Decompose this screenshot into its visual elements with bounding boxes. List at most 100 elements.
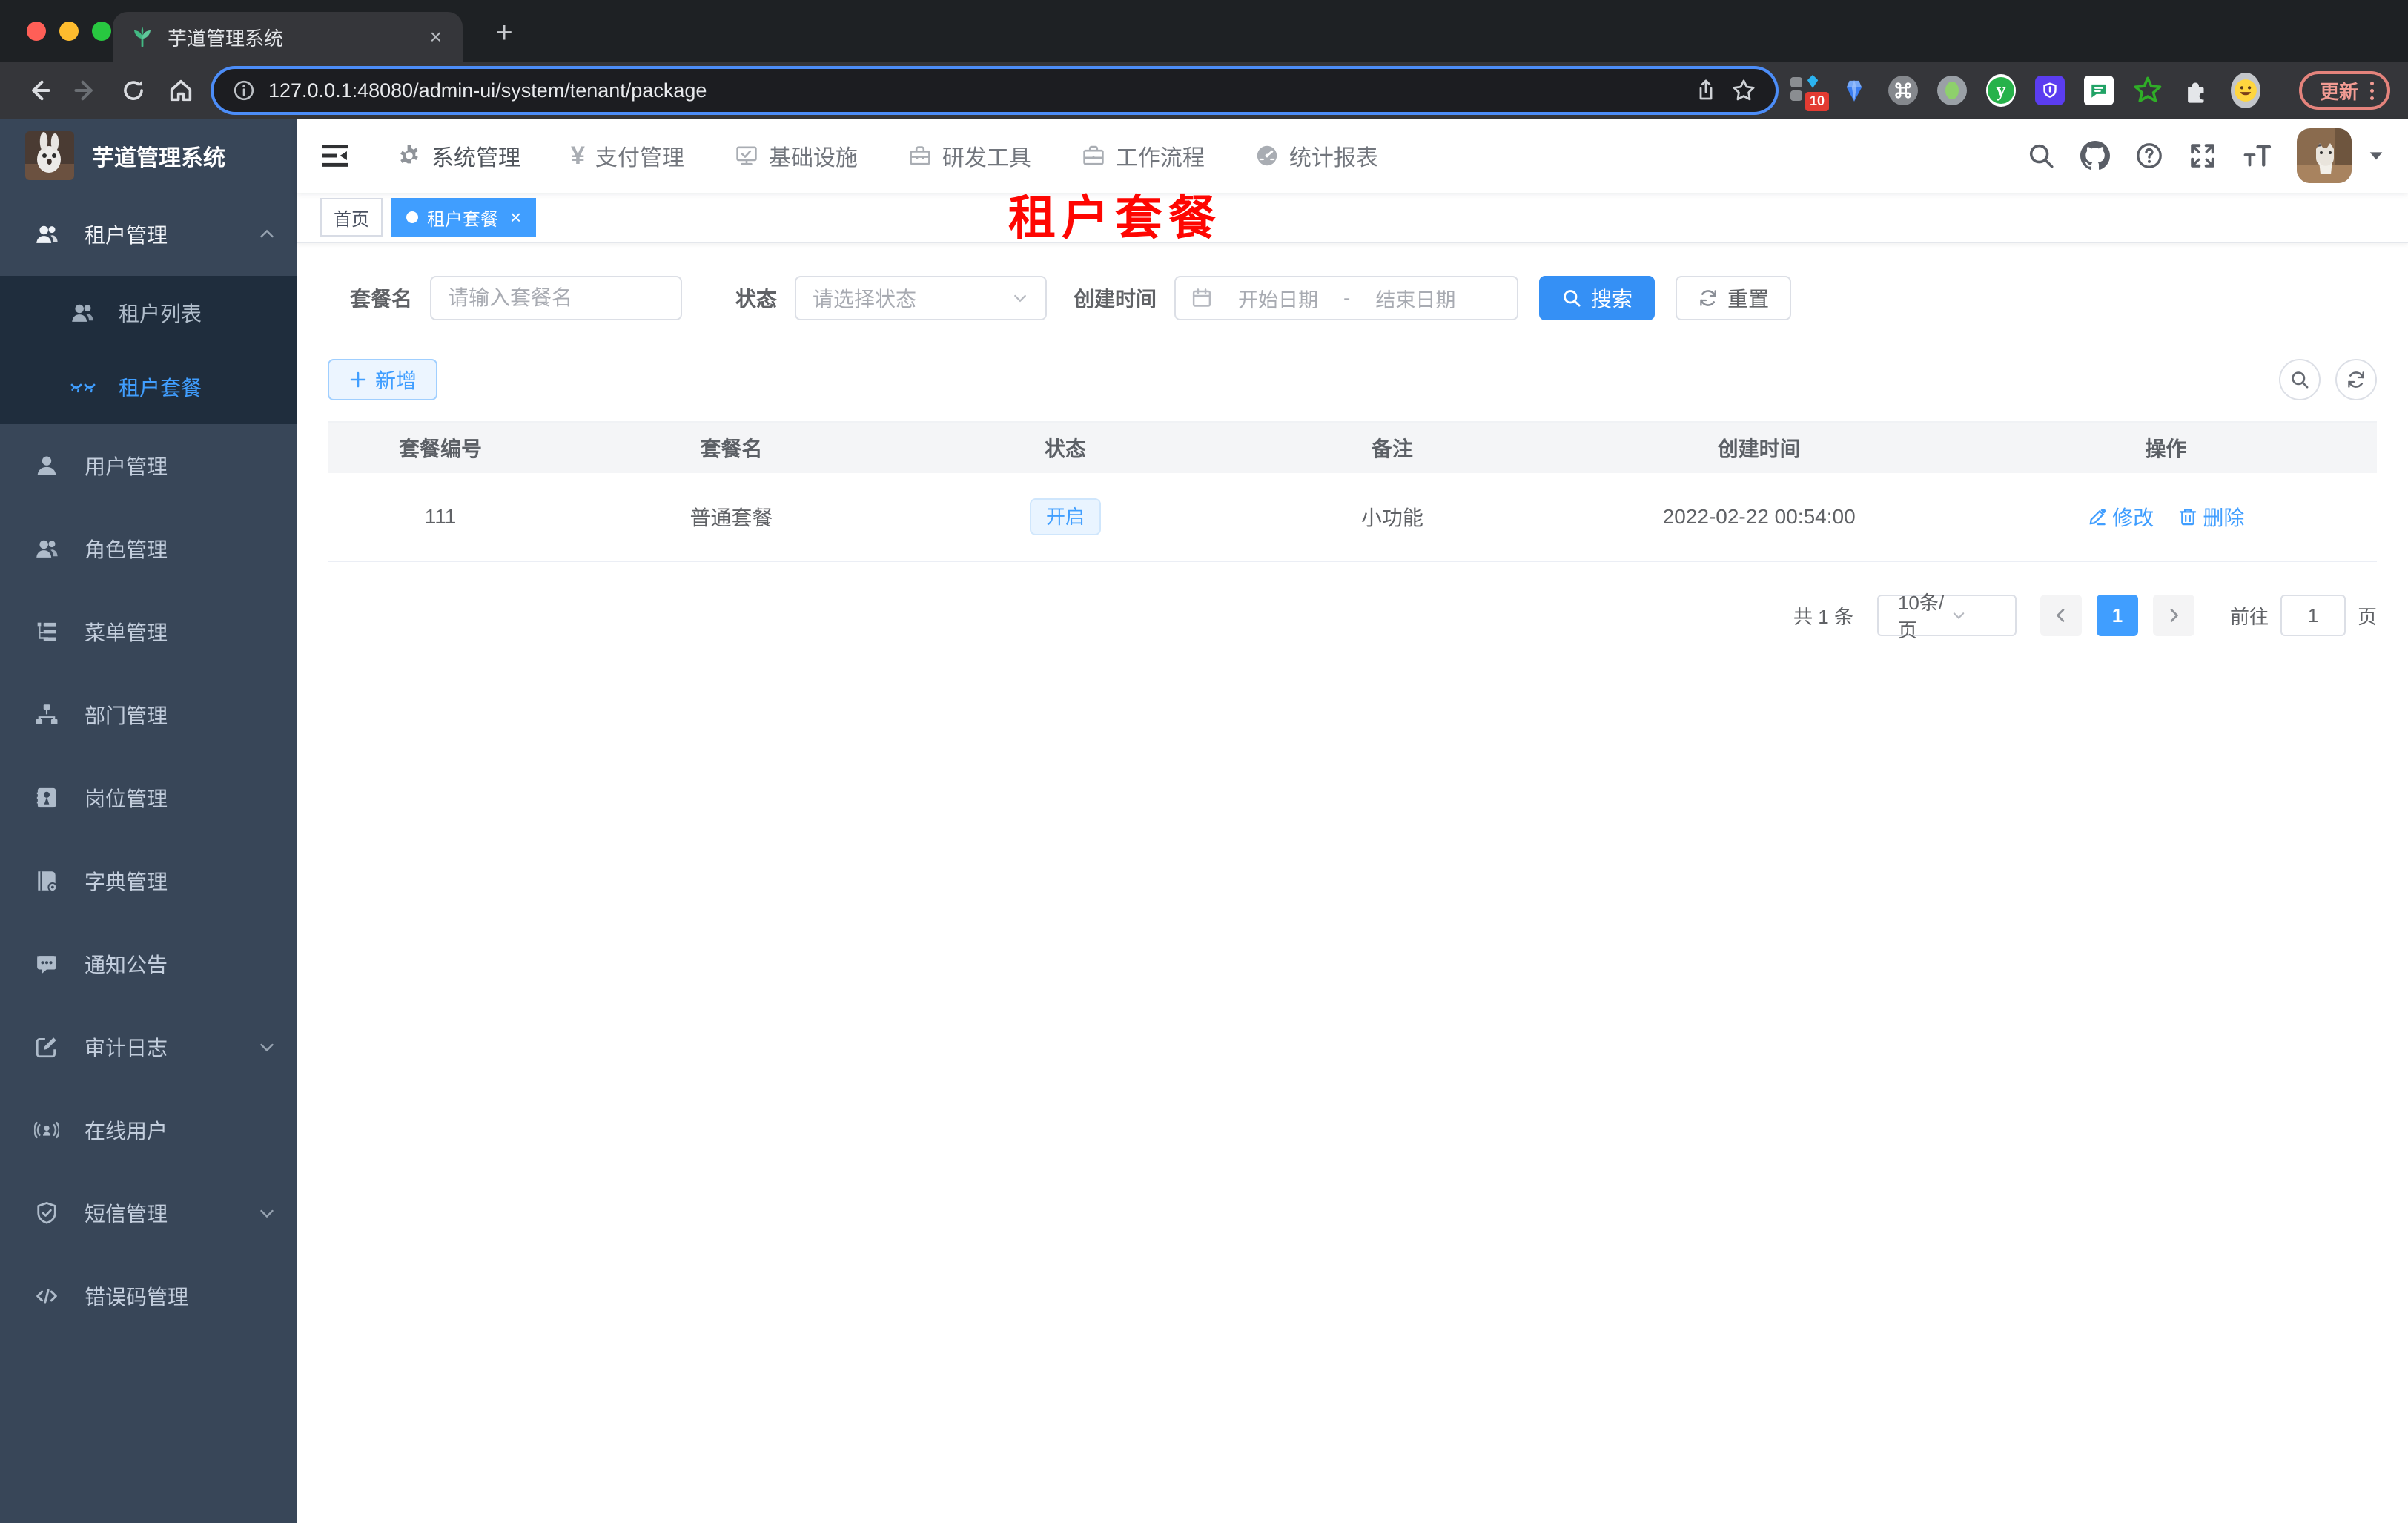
- package-name-label: 套餐名: [350, 288, 413, 311]
- github-icon[interactable]: [2080, 141, 2110, 171]
- status-select[interactable]: 请选择状态: [795, 276, 1048, 320]
- active-dot: [406, 211, 418, 223]
- next-page-button[interactable]: [2152, 595, 2194, 636]
- tag-tenant-package[interactable]: 租户套餐 ×: [391, 198, 537, 237]
- top-nav-payment[interactable]: ¥ 支付管理: [546, 119, 710, 193]
- window-minimize-button[interactable]: [59, 22, 79, 41]
- extension-green-dot-icon[interactable]: [1936, 76, 1967, 105]
- goto-page-input[interactable]: [2280, 595, 2346, 636]
- top-nav-label: 支付管理: [595, 146, 684, 171]
- browser-toolbar: 127.0.0.1:48080/admin-ui/system/tenant/p…: [0, 62, 2408, 119]
- add-button-label: 新增: [375, 369, 417, 392]
- search-button[interactable]: 搜索: [1539, 276, 1656, 320]
- page-number-1[interactable]: 1: [2096, 595, 2138, 636]
- sidebar-item-sms-management[interactable]: 短信管理: [0, 1172, 297, 1255]
- sidebar-item-tenant-management[interactable]: 租户管理: [0, 193, 297, 276]
- sidebar-item-label: 通知公告: [85, 954, 168, 977]
- show-search-toggle-button[interactable]: [2279, 359, 2321, 400]
- tag-home[interactable]: 首页: [320, 198, 383, 237]
- sidebar-item-dept-management[interactable]: 部门管理: [0, 673, 297, 756]
- browser-tab[interactable]: 芋道管理系统 ×: [113, 12, 463, 62]
- chrome-menu-icon[interactable]: [2370, 81, 2374, 100]
- tab-favicon-plant-icon: [130, 25, 154, 49]
- site-info-icon[interactable]: [233, 79, 255, 102]
- sidebar-item-online-users[interactable]: 在线用户: [0, 1088, 297, 1172]
- home-icon[interactable]: [160, 70, 202, 111]
- font-size-icon[interactable]: [2242, 141, 2272, 171]
- top-nav-system[interactable]: 系统管理: [372, 119, 546, 193]
- tag-close-icon[interactable]: ×: [510, 208, 521, 227]
- window-zoom-button[interactable]: [92, 22, 111, 41]
- caret-down-icon[interactable]: [2368, 148, 2384, 164]
- sidebar-item-label: 岗位管理: [85, 787, 168, 810]
- sidebar-item-label: 菜单管理: [85, 621, 168, 644]
- share-icon[interactable]: [1694, 79, 1718, 102]
- fullscreen-icon[interactable]: [2189, 142, 2217, 170]
- table-settings: [2279, 359, 2377, 400]
- tab-close-icon[interactable]: ×: [424, 24, 448, 50]
- reset-button[interactable]: 重置: [1676, 276, 1792, 320]
- sidebar-item-tenant-package[interactable]: 租户套餐: [0, 350, 297, 424]
- sidebar-item-error-code[interactable]: 错误码管理: [0, 1255, 297, 1338]
- top-nav-label: 基础设施: [768, 146, 858, 171]
- calendar-icon: [1191, 287, 1213, 309]
- page-unit-label: 页: [2357, 605, 2377, 628]
- page-content: 套餐名 状态 请选择状态 创建时间 开始日期 - 结束日期: [297, 243, 2408, 1523]
- chevron-down-icon: [258, 1204, 276, 1222]
- sidebar-item-notice[interactable]: 通知公告: [0, 922, 297, 1005]
- url-text[interactable]: 127.0.0.1:48080/admin-ui/system/tenant/p…: [268, 79, 1681, 102]
- chrome-update-button[interactable]: 更新: [2298, 71, 2390, 110]
- back-icon[interactable]: [18, 70, 59, 111]
- top-nav-label: 系统管理: [431, 146, 520, 171]
- bookmark-star-icon[interactable]: [1731, 78, 1756, 103]
- address-bar[interactable]: 127.0.0.1:48080/admin-ui/system/tenant/p…: [214, 69, 1776, 112]
- col-header-remark: 备注: [1371, 437, 1413, 460]
- date-range-picker[interactable]: 开始日期 - 结束日期: [1174, 276, 1519, 320]
- sidebar-item-audit-log[interactable]: 审计日志: [0, 1005, 297, 1088]
- extension-gem-icon[interactable]: [1839, 76, 1869, 105]
- top-nav-reports[interactable]: 统计报表: [1230, 119, 1403, 193]
- reset-button-label: 重置: [1727, 288, 1770, 311]
- add-button[interactable]: 新增: [328, 359, 438, 400]
- sidebar-item-menu-management[interactable]: 菜单管理: [0, 590, 297, 673]
- user-avatar[interactable]: [2297, 128, 2352, 183]
- extension-command-icon[interactable]: [1888, 76, 1918, 105]
- sidebar-submenu-tenant: 租户列表 租户套餐: [0, 276, 297, 424]
- edit-link[interactable]: 修改: [2087, 502, 2154, 532]
- extensions-puzzle-icon[interactable]: [2182, 76, 2212, 105]
- extension-y-icon[interactable]: y: [1985, 74, 2016, 107]
- sidebar-item-dict-management[interactable]: 字典管理: [0, 839, 297, 922]
- help-icon[interactable]: [2135, 142, 2163, 170]
- sidebar-item-post-management[interactable]: 岗位管理: [0, 756, 297, 839]
- reload-icon[interactable]: [113, 70, 154, 111]
- prev-page-button[interactable]: [2040, 595, 2082, 636]
- delete-link[interactable]: 删除: [2177, 502, 2244, 532]
- sidebar-toggle-icon[interactable]: [319, 139, 351, 172]
- top-nav-dev-tools[interactable]: 研发工具: [883, 119, 1056, 193]
- new-tab-button[interactable]: +: [483, 12, 525, 53]
- extensions-area: 10 y 更新: [1790, 71, 2390, 111]
- sidebar-item-role-management[interactable]: 角色管理: [0, 507, 297, 590]
- top-nav-infrastructure[interactable]: 基础设施: [710, 119, 883, 193]
- app-logo-row[interactable]: 芋道管理系统: [0, 119, 297, 193]
- tags-view-bar: 首页 租户套餐 ×: [297, 193, 2408, 243]
- sidebar-item-user-management[interactable]: 用户管理: [0, 424, 297, 507]
- refresh-table-button[interactable]: [2335, 359, 2377, 400]
- page-size-select[interactable]: 10条/页: [1876, 592, 2017, 641]
- status-placeholder: 请选择状态: [813, 288, 917, 311]
- sidebar-item-tenant-list[interactable]: 租户列表: [0, 276, 297, 350]
- search-icon[interactable]: [2027, 142, 2055, 170]
- forward-icon[interactable]: [65, 70, 107, 111]
- people-icon: [70, 300, 95, 326]
- extension-star-icon[interactable]: [2133, 76, 2163, 105]
- window-close-button[interactable]: [27, 22, 46, 41]
- extension-chat-icon[interactable]: [2083, 76, 2114, 105]
- sidebar-item-label: 角色管理: [85, 538, 168, 561]
- package-name-input[interactable]: [430, 276, 683, 320]
- extension-blocker-icon[interactable]: 10: [1790, 74, 1829, 111]
- sidebar-item-label: 错误码管理: [85, 1286, 189, 1309]
- profile-avatar-icon[interactable]: [2230, 73, 2260, 108]
- top-nav-workflow[interactable]: 工作流程: [1056, 119, 1230, 193]
- extension-shield-icon[interactable]: [2034, 76, 2065, 105]
- chevron-down-icon: [258, 1038, 276, 1056]
